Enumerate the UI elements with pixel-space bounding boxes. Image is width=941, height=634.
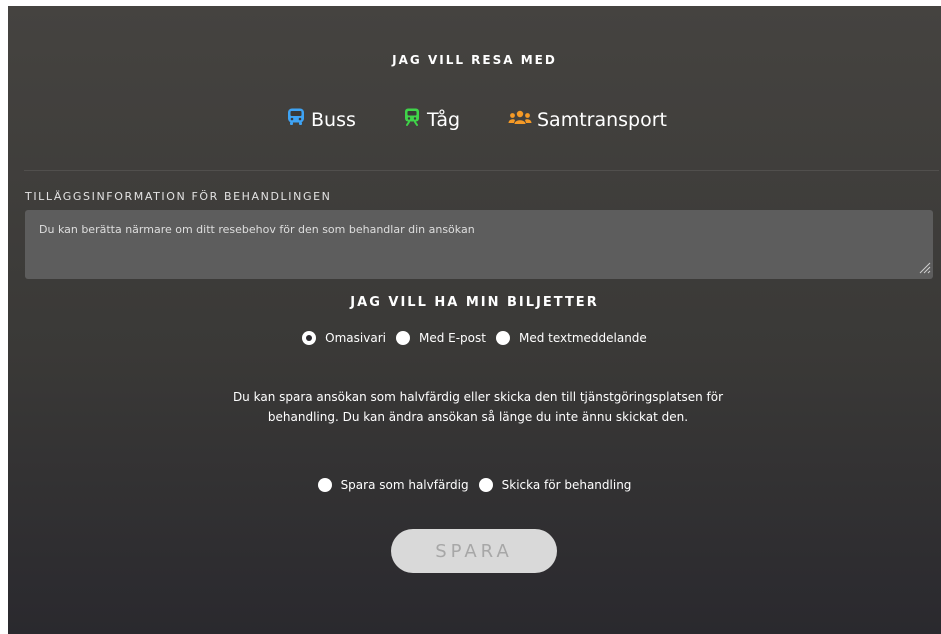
transport-label-train: Tåg (427, 108, 461, 131)
section-divider (24, 170, 939, 171)
submit-label-send: Skicka för behandling (501, 478, 632, 492)
ticket-radio-sms[interactable] (495, 331, 510, 345)
transport-label-bus: Buss (311, 108, 356, 131)
transport-option-shared[interactable]: Samtransport (508, 107, 667, 132)
extra-info-label: TILLÄGGSINFORMATION FÖR BEHANDLINGEN (25, 190, 332, 203)
submit-radio-draft[interactable] (317, 478, 332, 492)
extra-info-textarea[interactable]: Du kan berätta närmare om ditt resebehov… (25, 210, 933, 279)
submit-label-draft: Spara som halvfärdig (340, 478, 469, 492)
users-icon (508, 107, 532, 132)
submit-radio-send[interactable] (478, 478, 493, 492)
ticket-option-sms[interactable]: Med textmeddelande (495, 331, 647, 345)
ticket-radio-email[interactable] (395, 331, 410, 345)
ticket-label-sms: Med textmeddelande (518, 331, 647, 345)
tickets-heading: JAG VILL HA MIN BILJETTER (350, 295, 599, 310)
save-button[interactable]: SPARA (391, 529, 557, 573)
transport-label-shared: Samtransport (537, 108, 668, 131)
resize-grip-icon[interactable] (919, 262, 931, 277)
train-icon (402, 107, 422, 132)
ticket-label-email: Med E-post (418, 331, 486, 345)
extra-info-placeholder: Du kan berätta närmare om ditt resebehov… (39, 223, 475, 236)
submit-radio-group: Spara som halvfärdig Skicka för behandli… (8, 478, 941, 492)
ticket-option-email[interactable]: Med E-post (395, 331, 486, 345)
ticket-option-omasivari[interactable]: Omasivari (302, 331, 386, 345)
transport-option-train[interactable]: Tåg (402, 107, 460, 132)
transport-option-bus[interactable]: Buss (286, 107, 356, 132)
submit-option-send[interactable]: Skicka för behandling (478, 478, 632, 492)
save-info-text: Du kan spara ansökan som halvfärdig elle… (232, 390, 724, 424)
ticket-radio-omasivari[interactable] (302, 331, 317, 345)
bus-icon (286, 107, 306, 132)
ticket-label-omasivari: Omasivari (325, 331, 386, 345)
application-panel: JAG VILL RESA MED Buss Tåg Samtransport … (8, 6, 941, 634)
submit-option-draft[interactable]: Spara som halvfärdig (317, 478, 469, 492)
travel-heading: JAG VILL RESA MED (392, 53, 557, 67)
ticket-radio-group: Omasivari Med E-post Med textmeddelande (8, 331, 941, 345)
